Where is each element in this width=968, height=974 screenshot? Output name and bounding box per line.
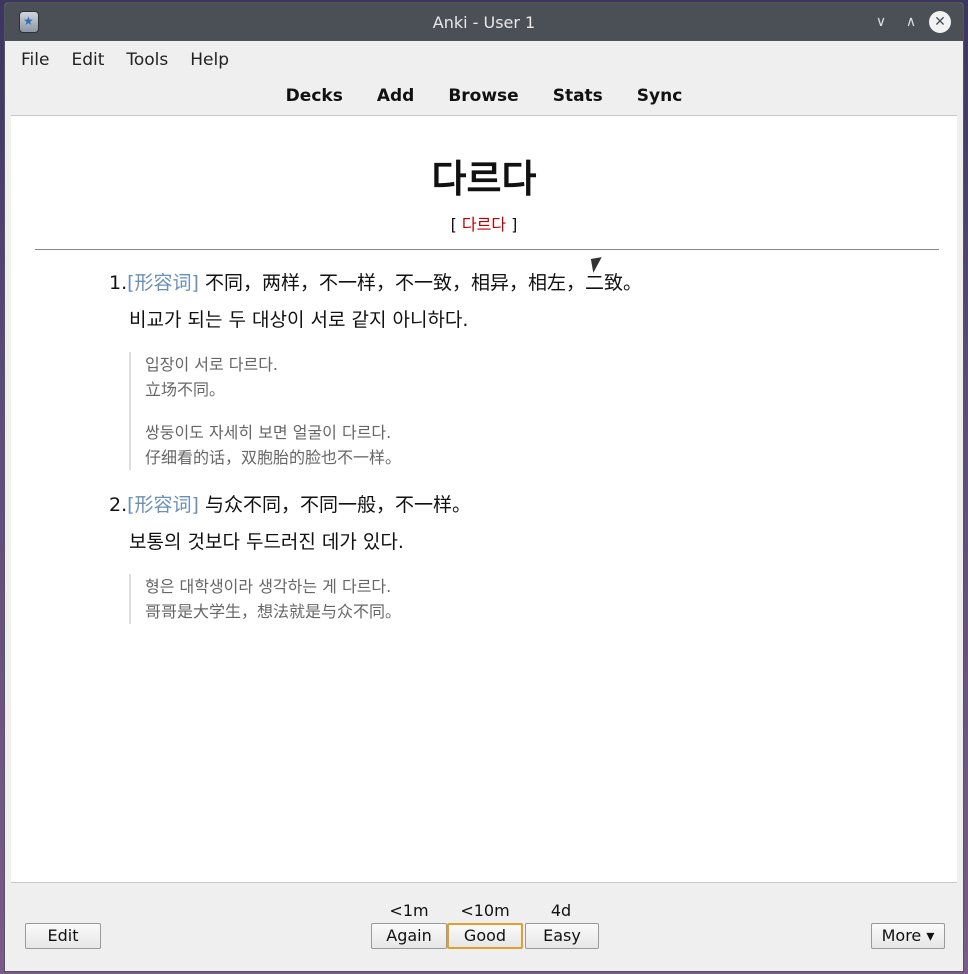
example: 형은 대학생이라 생각하는 게 다르다. 哥哥是大学生，想法就是与众不同。 (145, 574, 957, 624)
example-chinese: 仔细看的话，双胞胎的脸也不一样。 (145, 448, 402, 467)
pron-word: 다르다 (461, 215, 507, 234)
example-chinese: 哥哥是大学生，想法就是与众不同。 (145, 602, 402, 621)
toolbar-browse[interactable]: Browse (448, 86, 518, 106)
example-chinese: 立场不同。 (145, 380, 226, 399)
window-title: Anki - User 1 (432, 13, 536, 32)
minimize-icon[interactable]: ∨ (869, 10, 893, 34)
toolbar-sync[interactable]: Sync (637, 86, 683, 106)
menu-edit[interactable]: Edit (71, 50, 104, 70)
toolbar-stats[interactable]: Stats (553, 86, 603, 106)
menu-file[interactable]: File (21, 50, 49, 70)
interval-easy: 4d (550, 901, 572, 920)
example-korean: 형은 대학생이라 생각하는 게 다르다. (145, 577, 392, 596)
interval-good: <10m (460, 901, 510, 920)
examples-2: 형은 대학생이라 생각하는 게 다르다. 哥哥是大学生，想法就是与众不同。 (129, 574, 957, 624)
good-button[interactable]: Good (447, 923, 523, 949)
anki-window: Anki - User 1 ∨ ∧ ✕ File Edit Tools Help… (4, 2, 964, 972)
card-view: 다르다 [ 다르다 ] 1.[形容词] 不同，两样，不一样，不一致，相异，相左，… (11, 115, 957, 883)
maximize-icon[interactable]: ∧ (899, 10, 923, 34)
example: 입장이 서로 다르다. 立场不同。 (145, 352, 957, 402)
sense-2: 2.[形容词] 与众不同，不同一般，不一样。 보통의 것보다 두드러진 데가 있… (109, 490, 957, 554)
sense-number: 2. (109, 494, 128, 516)
card-headword: 다르다 (431, 157, 537, 201)
pron-close: ] (506, 215, 518, 234)
sense-chinese: 不同，两样，不一样，不一致，相异，相左，二致。 (198, 272, 643, 294)
menu-tools[interactable]: Tools (126, 50, 168, 70)
interval-again: <1m (389, 901, 429, 920)
toolbar-add[interactable]: Add (377, 86, 415, 106)
part-of-speech: [形容词] (127, 494, 199, 516)
sense-1: 1.[形容词] 不同，两样，不一样，不一致，相异，相左，二致。 비교가 되는 두… (109, 268, 957, 332)
answer-bar: Edit <1m <10m 4d Again Good Easy More ▾ (5, 883, 963, 971)
sense-korean: 비교가 되는 두 대상이 서로 같지 아니하다. (129, 309, 469, 331)
part-of-speech: [形容词] (127, 272, 199, 294)
example: 쌍둥이도 자세히 보면 얼굴이 다르다. 仔细看的话，双胞胎的脸也不一样。 (145, 420, 957, 470)
example-korean: 입장이 서로 다르다. (145, 355, 279, 374)
edit-button[interactable]: Edit (25, 923, 101, 949)
sense-korean: 보통의 것보다 두드러진 데가 있다. (129, 531, 404, 553)
easy-button[interactable]: Easy (525, 923, 599, 949)
title-bar: Anki - User 1 ∨ ∧ ✕ (5, 3, 963, 41)
pronunciation: [ 다르다 ] (11, 211, 957, 235)
menu-help[interactable]: Help (190, 50, 229, 70)
more-button[interactable]: More ▾ (871, 923, 945, 949)
menu-bar: File Edit Tools Help (5, 41, 963, 79)
main-toolbar: Decks Add Browse Stats Sync (5, 79, 963, 113)
toolbar-decks[interactable]: Decks (286, 86, 343, 106)
examples-1: 입장이 서로 다르다. 立场不同。 쌍둥이도 자세히 보면 얼굴이 다르다. 仔… (129, 352, 957, 470)
sense-chinese: 与众不同，不同一般，不一样。 (198, 494, 472, 516)
close-icon[interactable]: ✕ (929, 11, 951, 33)
mouse-cursor-icon (590, 257, 605, 273)
sense-number: 1. (109, 272, 128, 294)
again-button[interactable]: Again (371, 923, 447, 949)
divider (35, 249, 939, 250)
example-korean: 쌍둥이도 자세히 보면 얼굴이 다르다. (145, 423, 392, 442)
pron-open: [ (450, 215, 462, 234)
